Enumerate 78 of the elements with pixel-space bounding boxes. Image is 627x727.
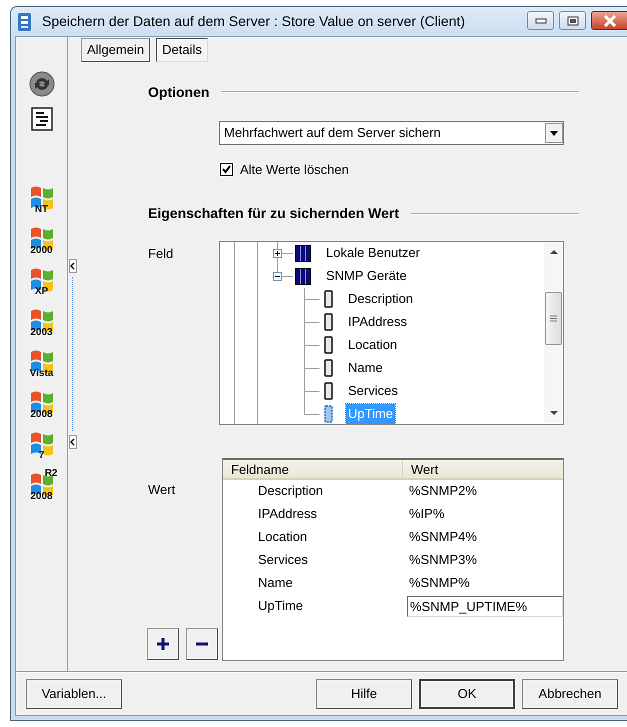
table-cell-text: UpTime (257, 597, 304, 616)
tree-item[interactable]: Description (346, 289, 416, 309)
table-cell-text: %SNMP% (408, 574, 471, 592)
scroll-up-icon[interactable] (550, 249, 558, 254)
grip-icon (550, 314, 557, 322)
window-title: Speichern der Daten auf dem Server : Store Value on server (Client) (42, 12, 466, 31)
value-label: Wert (148, 480, 176, 498)
scrollbar[interactable] (544, 242, 563, 424)
minus-icon (275, 274, 280, 278)
folder-icon (295, 244, 311, 262)
table-cell-text: %SNMP2% (408, 482, 478, 500)
minimize-icon (534, 18, 546, 24)
os-label: 2000 (30, 246, 53, 256)
table-cell-text: Name (257, 574, 294, 592)
folder-icon (295, 268, 311, 284)
tab[interactable]: Details (156, 38, 208, 62)
os-label: 2008 (30, 410, 53, 420)
field-icon (324, 382, 333, 400)
tree-item[interactable]: Lokale Benutzer (324, 243, 422, 263)
tree-item[interactable]: Name (346, 358, 385, 378)
remove-button[interactable] (186, 628, 218, 660)
plus-icon (275, 250, 280, 256)
field-icon (324, 290, 333, 308)
collapse-button[interactable] (68, 435, 76, 449)
chevron-left-icon (70, 262, 75, 270)
variables-button[interactable]: Variablen... (26, 678, 122, 708)
document-icon[interactable] (30, 107, 52, 131)
minimize-button[interactable] (527, 11, 554, 30)
section-heading: Eigenschaften für zu sichernden Wert (148, 204, 400, 223)
os-label: Vista (30, 369, 54, 379)
chevron-left-icon (70, 438, 75, 446)
column-header[interactable]: Feldname (223, 460, 403, 478)
dialog-button[interactable]: OK (419, 678, 515, 708)
field-icon (324, 359, 333, 377)
maximize-button[interactable] (559, 11, 586, 30)
collapse-button[interactable] (68, 259, 76, 273)
checkbox-label: Alte Werte löschen (240, 161, 349, 179)
table-cell-text: Services (257, 551, 309, 570)
table-cell-text: IPAddress (257, 505, 318, 524)
os-label: 2008 (30, 492, 53, 502)
os-label: 7 (38, 451, 44, 461)
dialog-button[interactable]: Abbrechen (522, 678, 618, 708)
tree-item[interactable]: Location (346, 335, 400, 355)
scroll-thumb[interactable] (545, 292, 562, 344)
maximize-icon (566, 16, 578, 26)
field-icon (324, 405, 333, 423)
expander-button[interactable] (273, 248, 282, 258)
checkmark-icon (222, 165, 231, 174)
table-cell-text: %SNMP3% (408, 551, 478, 570)
scroll-down-icon[interactable] (550, 411, 558, 416)
os-label: 2003 (30, 328, 53, 338)
tree-item[interactable]: SNMP Geräte (324, 266, 409, 286)
os-label: R2 (44, 469, 58, 479)
close-button[interactable] (591, 11, 627, 30)
column-header[interactable]: Wert (403, 460, 563, 478)
tab[interactable]: Allgemein (81, 38, 150, 62)
field-icon (324, 336, 333, 354)
table-cell-text: %SNMP4% (408, 528, 478, 546)
table-cell-text: %IP% (408, 505, 446, 524)
close-icon (602, 14, 616, 26)
add-button[interactable] (147, 628, 179, 660)
table-cell-text: Description (257, 482, 324, 500)
plus-icon (156, 636, 170, 650)
tree-item[interactable]: IPAddress (346, 312, 410, 332)
field-icon (324, 313, 333, 331)
checkbox[interactable] (220, 163, 233, 176)
os-label: XP (34, 287, 48, 297)
app-icon (16, 12, 34, 32)
tree-item[interactable]: Services (346, 381, 400, 401)
os-label: NT (34, 205, 48, 215)
dialog-button[interactable]: Hilfe (316, 678, 412, 708)
field-label: Feld (148, 246, 174, 260)
sync-icon[interactable] (28, 71, 54, 97)
value-input[interactable]: %SNMP_UPTIME% (407, 596, 563, 616)
expander-button[interactable] (273, 272, 282, 280)
dropdown[interactable]: Mehrfachwert auf dem Server sichern (219, 121, 564, 145)
section-heading: Optionen (148, 82, 210, 102)
table-cell-text: Location (257, 528, 308, 546)
